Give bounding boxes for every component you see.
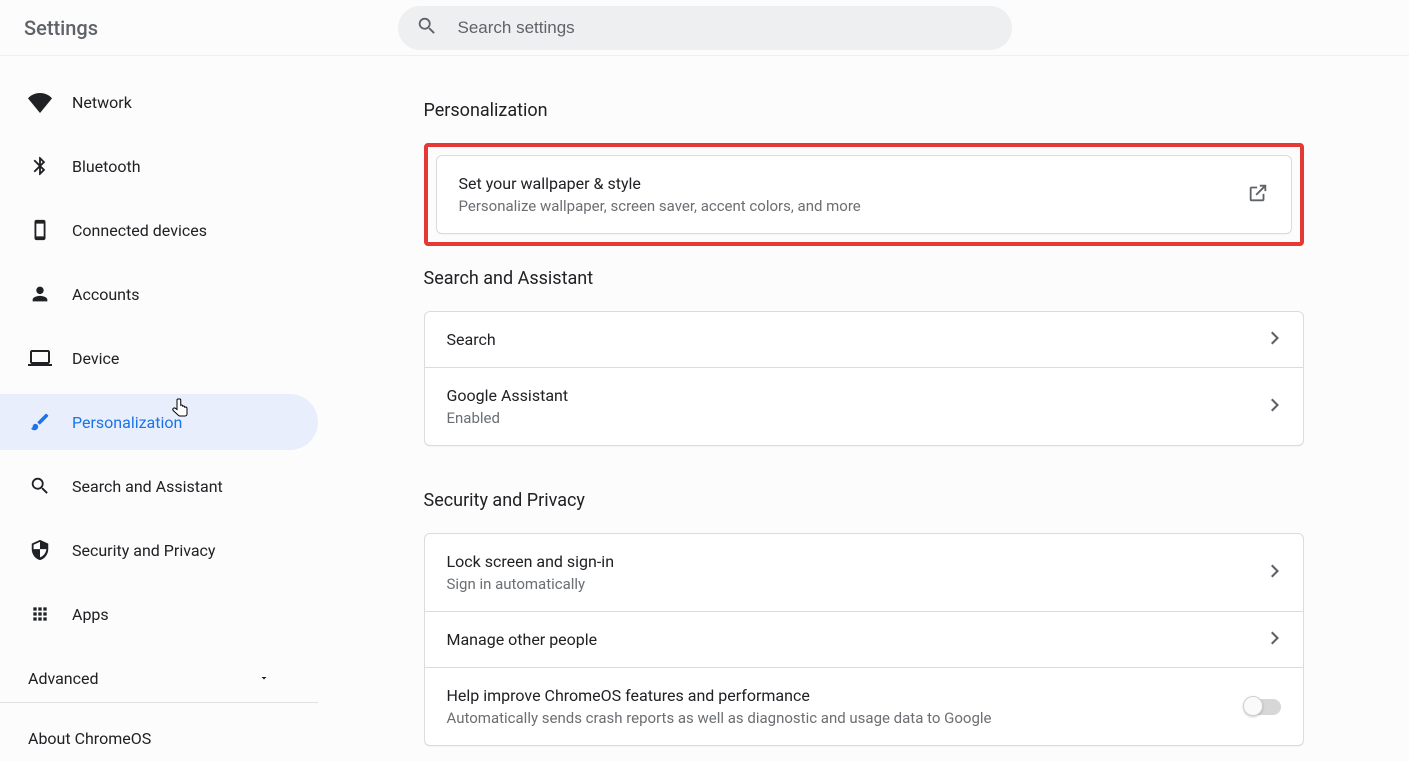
external-link-icon <box>1247 182 1269 208</box>
search-box[interactable] <box>398 6 1012 50</box>
row-title: Help improve ChromeOS features and perfo… <box>447 686 992 705</box>
bluetooth-icon <box>28 154 52 178</box>
row-subtitle: Personalize wallpaper, screen saver, acc… <box>459 197 861 215</box>
sidebar: Network Bluetooth Connected devices Acco… <box>0 56 318 761</box>
row-title: Set your wallpaper & style <box>459 174 861 193</box>
sidebar-item-label: Accounts <box>72 285 139 304</box>
advanced-label: Advanced <box>28 669 99 688</box>
apps-icon <box>28 602 52 626</box>
row-lock-screen[interactable]: Lock screen and sign-in Sign in automati… <box>425 534 1303 611</box>
sidebar-item-label: Apps <box>72 605 109 624</box>
phone-icon <box>28 218 52 242</box>
chevron-right-icon <box>1271 563 1281 582</box>
laptop-icon <box>28 346 52 370</box>
row-subtitle: Sign in automatically <box>447 575 615 593</box>
shield-icon <box>28 538 52 562</box>
sidebar-item-label: Network <box>72 93 132 112</box>
search-input[interactable] <box>456 17 994 39</box>
row-title: Manage other people <box>447 630 598 649</box>
card-wallpaper: Set your wallpaper & style Personalize w… <box>436 155 1292 234</box>
sidebar-item-search-assistant[interactable]: Search and Assistant <box>0 458 318 514</box>
topbar: Settings <box>0 0 1409 56</box>
row-title: Google Assistant <box>447 386 569 405</box>
sidebar-item-label: Connected devices <box>72 221 207 240</box>
row-search[interactable]: Search <box>425 312 1303 367</box>
toggle-improve-chromeos[interactable] <box>1245 699 1281 715</box>
search-icon <box>28 474 52 498</box>
main-content: Personalization Set your wallpaper & sty… <box>318 56 1409 761</box>
chevron-right-icon <box>1271 397 1281 416</box>
brush-icon <box>28 410 52 434</box>
sidebar-item-label: Bluetooth <box>72 157 141 176</box>
card-security: Lock screen and sign-in Sign in automati… <box>424 533 1304 746</box>
section-title-search-assistant: Search and Assistant <box>424 268 1304 289</box>
row-improve-chromeos[interactable]: Help improve ChromeOS features and perfo… <box>425 667 1303 745</box>
highlight-box: Set your wallpaper & style Personalize w… <box>424 143 1304 246</box>
about-label: About ChromeOS <box>28 729 151 748</box>
row-google-assistant[interactable]: Google Assistant Enabled <box>425 367 1303 445</box>
sidebar-item-bluetooth[interactable]: Bluetooth <box>0 138 318 194</box>
app-title: Settings <box>24 16 98 40</box>
sidebar-item-label: Device <box>72 349 119 368</box>
sidebar-item-personalization[interactable]: Personalization <box>0 394 318 450</box>
sidebar-divider <box>0 702 318 703</box>
row-manage-people[interactable]: Manage other people <box>425 611 1303 667</box>
wifi-icon <box>28 90 52 114</box>
row-title: Lock screen and sign-in <box>447 552 615 571</box>
sidebar-item-security-privacy[interactable]: Security and Privacy <box>0 522 318 578</box>
chevron-down-icon <box>258 669 270 688</box>
row-title: Search <box>447 330 496 349</box>
sidebar-item-label: Search and Assistant <box>72 477 223 496</box>
section-title-personalization: Personalization <box>424 100 1304 121</box>
chevron-right-icon <box>1271 330 1281 349</box>
sidebar-item-accounts[interactable]: Accounts <box>0 266 318 322</box>
row-subtitle: Automatically sends crash reports as wel… <box>447 709 992 727</box>
card-search-assistant: Search Google Assistant Enabled <box>424 311 1304 446</box>
row-subtitle: Enabled <box>447 409 569 427</box>
sidebar-item-label: Security and Privacy <box>72 541 215 560</box>
sidebar-item-connected-devices[interactable]: Connected devices <box>0 202 318 258</box>
person-icon <box>28 282 52 306</box>
sidebar-item-device[interactable]: Device <box>0 330 318 386</box>
sidebar-item-label: Personalization <box>72 413 182 432</box>
sidebar-item-network[interactable]: Network <box>0 74 318 130</box>
sidebar-item-apps[interactable]: Apps <box>0 586 318 642</box>
chevron-right-icon <box>1271 630 1281 649</box>
section-title-security: Security and Privacy <box>424 490 1304 511</box>
row-wallpaper-style[interactable]: Set your wallpaper & style Personalize w… <box>437 156 1291 233</box>
search-icon <box>416 15 438 41</box>
sidebar-advanced-toggle[interactable]: Advanced <box>0 654 298 702</box>
sidebar-item-about[interactable]: About ChromeOS <box>0 713 318 748</box>
